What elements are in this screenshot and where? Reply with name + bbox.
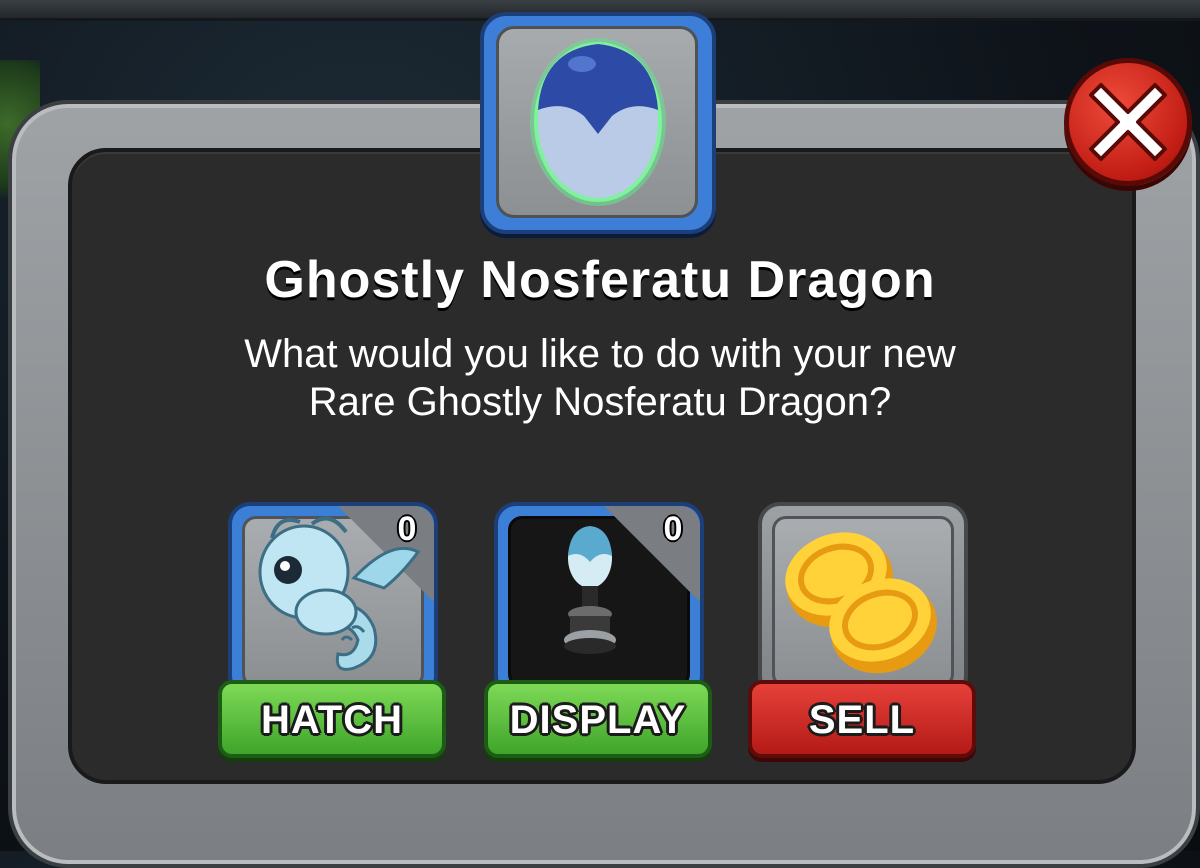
- egg-pedestal-icon: [564, 526, 616, 654]
- dialog-title: Ghostly Nosferatu Dragon: [264, 251, 936, 309]
- ghost-dragon-icon: [258, 516, 421, 671]
- close-button[interactable]: [1064, 58, 1192, 186]
- hatch-button[interactable]: HATCH: [218, 680, 446, 758]
- ghostly-egg-icon: [530, 38, 666, 206]
- gold-coins-icon: [785, 532, 937, 674]
- dialog-prompt-line-2: Rare Ghostly Nosferatu Dragon?: [308, 380, 892, 424]
- dialog-prompt-line-1: What would you like to do with your new: [244, 332, 956, 376]
- display-count: 0: [663, 510, 683, 548]
- egg-portrait: [480, 12, 716, 234]
- display-button[interactable]: DISPLAY: [484, 680, 712, 758]
- close-icon: [1089, 83, 1167, 161]
- sell-button[interactable]: SELL: [748, 680, 976, 758]
